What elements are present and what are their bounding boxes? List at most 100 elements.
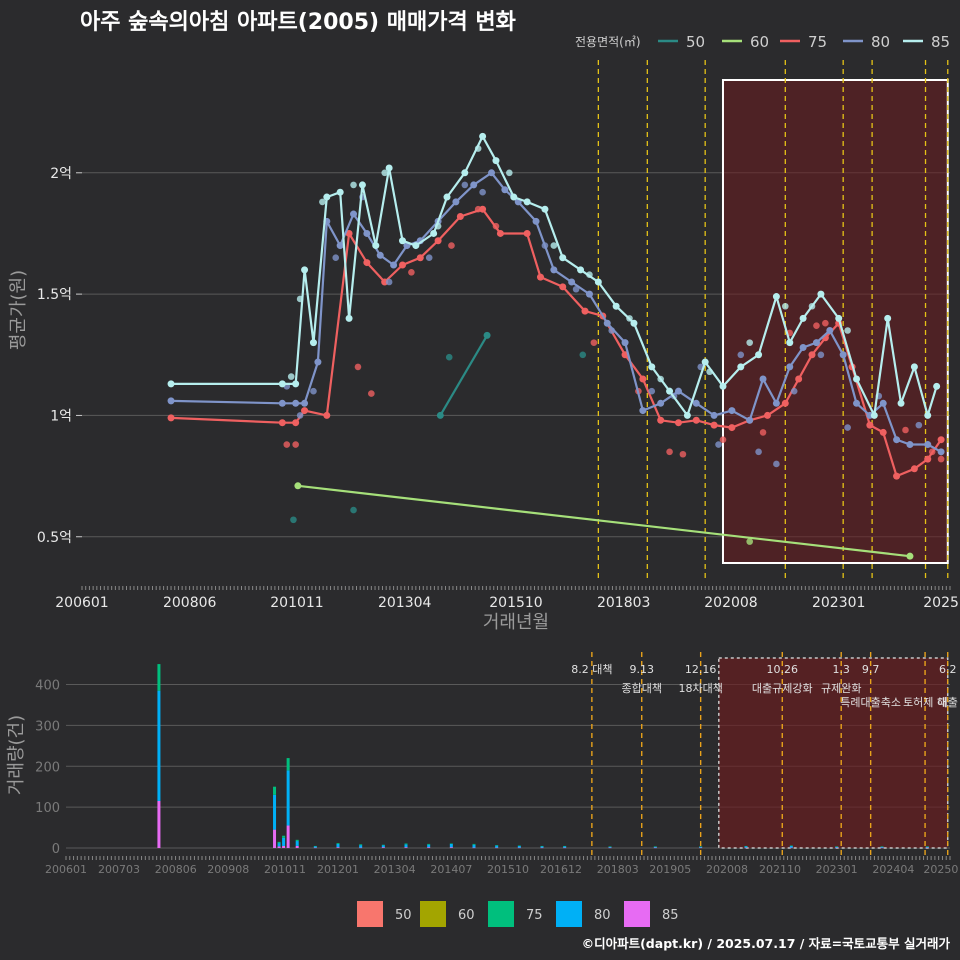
bar-75 [336, 843, 340, 844]
bar-80 [336, 843, 340, 848]
bar-75 [699, 846, 703, 847]
policy-label: 18차대책 [678, 682, 722, 695]
x-tick-label: 201612 [540, 863, 582, 876]
scatter-point-80 [461, 181, 469, 189]
data-point-80 [893, 436, 901, 444]
y-tick-label: 1억 [50, 408, 72, 424]
bar-85 [472, 847, 476, 849]
data-point-85 [755, 351, 763, 359]
bar-80 [404, 844, 408, 848]
x-axis-title: 거래년월 [483, 612, 549, 633]
legend-swatch-60 [420, 901, 446, 927]
data-point-80 [728, 407, 736, 415]
x-tick-label: 201407 [430, 863, 472, 876]
bar-85 [563, 847, 567, 849]
data-point-75 [763, 411, 771, 419]
data-point-85 [835, 314, 843, 322]
bar-75 [449, 843, 453, 845]
data-point-85 [719, 382, 727, 390]
data-point-85 [398, 237, 406, 245]
scatter-point-85 [287, 373, 295, 380]
bar-80 [449, 843, 453, 848]
data-point-80 [532, 217, 540, 225]
data-point-75 [924, 455, 932, 463]
y-tick-label: 0 [52, 842, 60, 857]
data-point-85 [412, 242, 420, 250]
x-tick-label: 201011 [264, 863, 306, 876]
legend-title: 전용면적(㎡) [575, 35, 641, 49]
scatter-point-75 [759, 429, 767, 436]
data-point-85 [443, 193, 451, 201]
bar-75 [273, 786, 277, 795]
data-point-85 [648, 363, 656, 371]
legend-label-60: 60 [750, 33, 769, 51]
legend-label-60: 60 [458, 908, 475, 923]
x-tick-label: 202301 [812, 595, 865, 611]
y-tick-label: 0.5억 [37, 530, 72, 546]
data-point-85 [430, 229, 438, 237]
data-point-80 [470, 181, 478, 189]
data-point-80 [550, 266, 558, 274]
bar-85 [925, 847, 929, 849]
data-point-60 [906, 552, 914, 560]
bar-75 [286, 758, 290, 771]
data-point-85 [336, 188, 344, 196]
data-point-80 [301, 399, 309, 407]
scatter-point-85 [746, 339, 753, 346]
bar-75 [381, 844, 385, 846]
data-point-75 [808, 351, 816, 359]
bar-80 [517, 845, 521, 848]
bar-85 [427, 847, 431, 848]
bar-75 [157, 664, 161, 691]
bar-75 [653, 846, 657, 847]
data-point-80 [336, 242, 344, 250]
y-axis-title: 평균가(원) [8, 270, 29, 350]
policy-label: 대출 [938, 696, 958, 709]
legend-label-75: 75 [808, 33, 827, 51]
scatter-point-75 [813, 322, 820, 329]
data-point-85 [541, 205, 549, 213]
data-point-80 [759, 375, 767, 383]
data-point-85 [630, 319, 638, 327]
bar-75 [282, 835, 286, 838]
policy-label: 규제완화 [821, 682, 861, 695]
data-point-75 [866, 421, 874, 429]
data-point-85 [933, 382, 941, 390]
data-point-80 [839, 351, 847, 359]
bar-85 [336, 847, 340, 848]
bar-75 [427, 843, 431, 845]
y-axis-title: 거래량(건) [6, 715, 27, 795]
bar-75 [359, 844, 363, 846]
bar-75 [835, 846, 839, 847]
bar-75 [404, 843, 408, 845]
scatter-point-80 [737, 351, 745, 359]
data-point-80 [501, 186, 509, 194]
data-point-80 [376, 251, 384, 259]
x-tick-label: 201803 [597, 863, 639, 876]
policy-date: 12.16 [685, 663, 717, 676]
x-tick-label: 200806 [155, 863, 197, 876]
data-point-85 [853, 375, 861, 383]
data-point-75 [278, 419, 286, 427]
data-point-80 [363, 229, 371, 237]
bar-85 [880, 847, 884, 849]
y-tick-label: 100 [35, 801, 60, 816]
data-point-80 [879, 399, 887, 407]
scatter-point-50 [290, 516, 297, 524]
data-point-85 [737, 363, 745, 371]
bar-80 [295, 841, 299, 846]
x-tick-label: 202008 [706, 863, 748, 876]
data-point-85 [479, 132, 487, 140]
data-point-80 [488, 169, 496, 177]
bar-75 [540, 845, 544, 847]
scatter-point-50 [350, 506, 357, 514]
data-point-75 [893, 472, 901, 480]
x-tick-label: 201905 [649, 863, 691, 876]
data-point-80 [692, 399, 700, 407]
data-point-75 [795, 375, 803, 383]
data-point-75 [434, 237, 442, 245]
data-point-75 [657, 416, 665, 424]
data-point-85 [870, 411, 878, 419]
data-point-85 [910, 363, 918, 371]
x-tick-label: 201201 [317, 863, 359, 876]
